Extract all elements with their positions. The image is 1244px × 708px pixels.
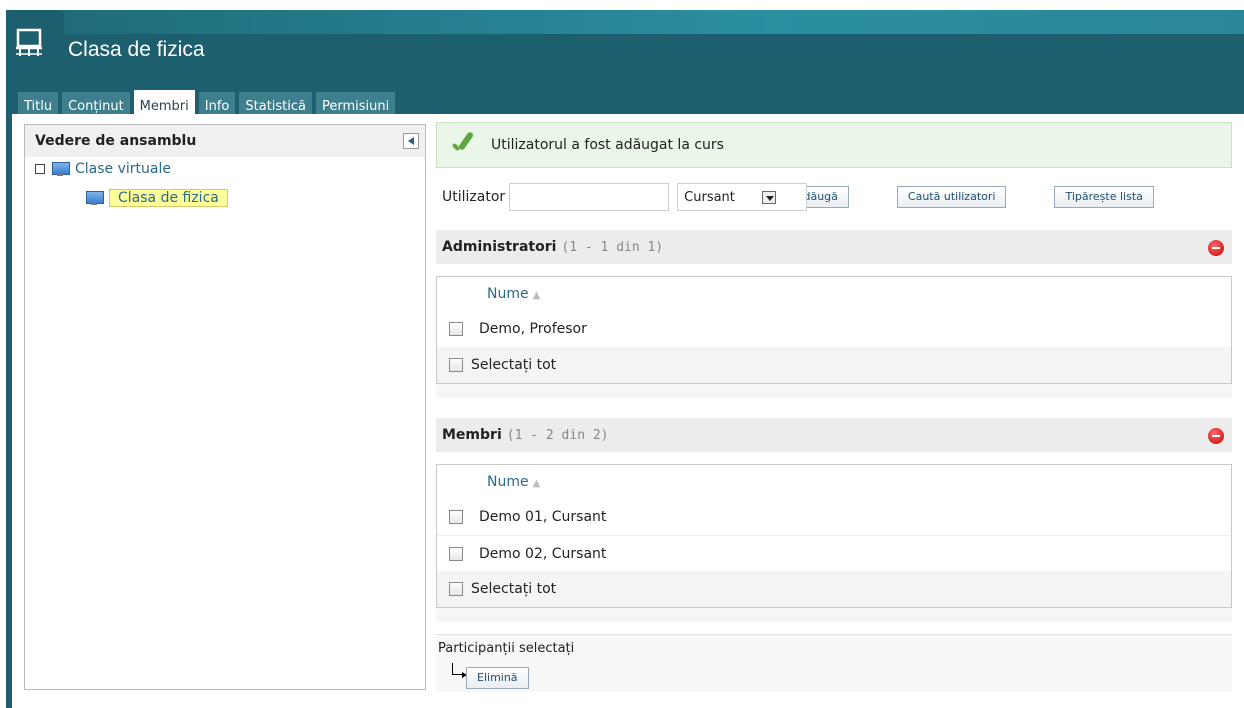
sort-icon[interactable]: ▲: [533, 478, 541, 489]
row-name: Demo 01, Cursant: [479, 509, 607, 525]
overview-panel: Vedere de ansamblu Clase virtuale Clasa …: [24, 124, 426, 690]
members-title: Membri: [442, 427, 502, 443]
select-all-checkbox[interactable]: [449, 358, 463, 372]
select-all-row: Selectați tot: [437, 571, 1231, 607]
tree-item-clase-virtuale[interactable]: Clase virtuale: [35, 161, 171, 177]
row-checkbox[interactable]: [449, 510, 463, 524]
role-select-value: Cursant: [684, 189, 735, 205]
table-row: Demo 01, Cursant: [437, 499, 1231, 535]
tree-item-label[interactable]: Clase virtuale: [75, 161, 171, 177]
overview-header: Vedere de ansamblu: [25, 125, 425, 157]
members-header: Membri (1 - 2 din 2): [436, 418, 1232, 452]
tree-item-clasa-de-fizica[interactable]: Clasa de fizica: [85, 189, 228, 207]
select-all-checkbox[interactable]: [449, 582, 463, 596]
tree-item-label[interactable]: Clasa de fizica: [109, 189, 228, 207]
chevron-down-icon[interactable]: [762, 191, 777, 204]
admins-header: Administratori (1 - 1 din 1): [436, 230, 1232, 264]
admins-section: Administratori (1 - 1 din 1) Nume ▲ Demo,…: [436, 230, 1232, 398]
classroom-icon: [16, 28, 42, 56]
name-column-header[interactable]: Nume ▲: [437, 277, 1231, 311]
members-panel: Utilizatorul a fost adăugat la curs Util…: [436, 122, 1232, 692]
remove-icon[interactable]: [1208, 240, 1224, 256]
success-message: Utilizatorul a fost adăugat la curs: [436, 122, 1232, 168]
members-table: Nume ▲ Demo 01, Cursant Demo 02, Cursant …: [436, 464, 1232, 608]
select-all-row: Selectați tot: [437, 347, 1231, 383]
select-all-label[interactable]: Selectați tot: [471, 581, 556, 597]
selected-participants-label: Participanții selectați: [438, 641, 575, 656]
members-section: Membri (1 - 2 din 2) Nume ▲ Demo 01, Curs…: [436, 418, 1232, 622]
content-area: Vedere de ansamblu Clase virtuale Clasa …: [12, 114, 1244, 708]
row-checkbox[interactable]: [449, 322, 463, 336]
remove-button[interactable]: Elimină: [466, 667, 529, 689]
members-count: (1 - 2 din 2): [506, 427, 609, 443]
corner-arrow-icon: [452, 663, 467, 678]
add-user-bar: Utilizator Cursant Adăugă Caută utilizat…: [436, 182, 1232, 212]
row-checkbox[interactable]: [449, 546, 463, 561]
search-users-button[interactable]: Caută utilizatori: [896, 186, 1007, 208]
name-column-header[interactable]: Nume ▲: [437, 465, 1231, 499]
monitor-icon: [51, 162, 70, 176]
tree-toggle-icon[interactable]: [35, 164, 45, 174]
column-label[interactable]: Nume: [487, 474, 529, 490]
monitor-icon: [85, 191, 104, 205]
print-list-button[interactable]: Tipărește lista: [1054, 186, 1154, 208]
top-strip: [0, 0, 1244, 10]
user-input[interactable]: [509, 183, 670, 211]
selected-participants-footer: Participanții selectați Elimină: [436, 634, 1232, 692]
table-row: Demo 02, Cursant: [437, 535, 1231, 571]
row-name: Demo, Profesor: [479, 321, 587, 337]
section-spacer: [436, 608, 1232, 622]
remove-icon[interactable]: [1208, 428, 1224, 444]
sort-icon[interactable]: ▲: [533, 290, 541, 301]
role-select[interactable]: Cursant: [677, 183, 808, 211]
admins-table: Nume ▲ Demo, Profesor Selectați tot: [436, 276, 1232, 384]
row-name: Demo 02, Cursant: [479, 545, 607, 562]
column-label[interactable]: Nume: [487, 286, 529, 302]
checkmark-icon: [449, 132, 475, 158]
collapse-panel-icon[interactable]: [403, 133, 419, 149]
admins-count: (1 - 1 din 1): [561, 239, 664, 255]
table-row: Demo, Profesor: [437, 311, 1231, 347]
success-message-text: Utilizatorul a fost adăugat la curs: [491, 137, 724, 153]
page-title: Clasa de fizica: [68, 38, 205, 61]
section-spacer: [436, 384, 1232, 398]
admins-title: Administratori: [442, 239, 557, 255]
user-label: Utilizator: [442, 189, 506, 205]
select-all-label[interactable]: Selectați tot: [471, 357, 556, 373]
overview-title: Vedere de ansamblu: [35, 133, 197, 149]
